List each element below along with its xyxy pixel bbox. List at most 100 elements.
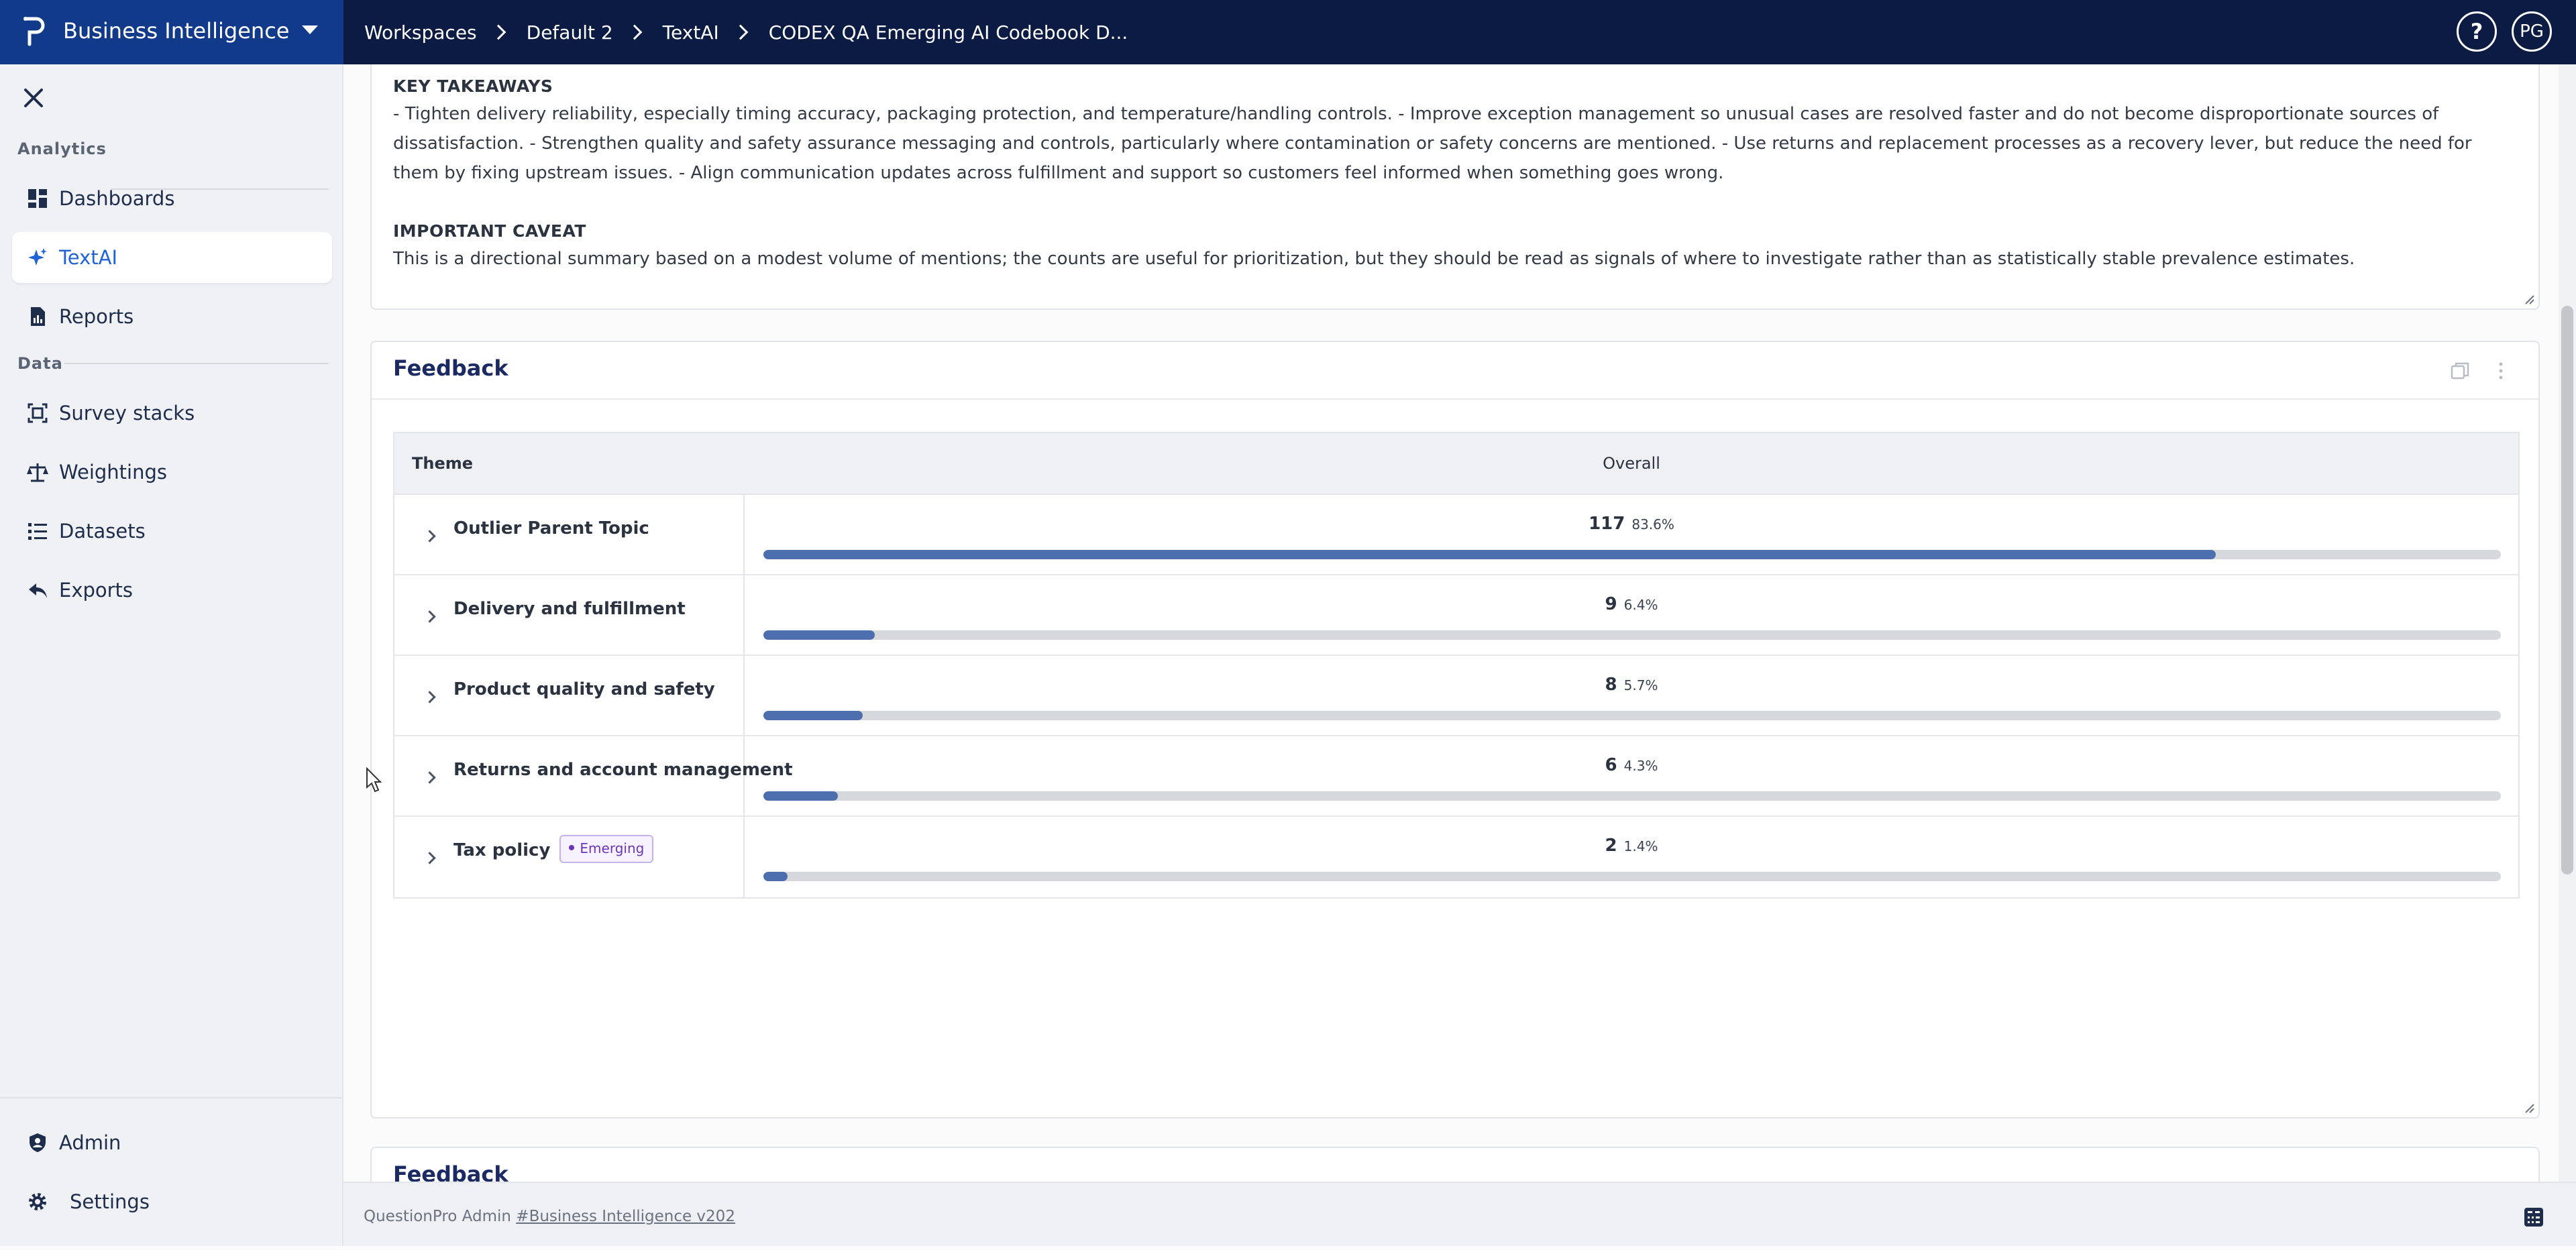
progress-bar-fill xyxy=(763,791,839,801)
theme-label: Outlier Parent Topic xyxy=(453,495,649,562)
chevron-right-icon[interactable] xyxy=(423,530,436,543)
sidebar-item-dashboards[interactable]: Dashboards xyxy=(12,173,332,224)
scrollbar-thumb[interactable] xyxy=(2561,306,2573,874)
scale-icon xyxy=(27,463,48,482)
count-percent: 5.7% xyxy=(1623,677,1658,693)
table-header: Theme Overall xyxy=(394,433,2518,495)
divider xyxy=(111,188,329,190)
sidebar-item-survey-stacks[interactable]: Survey stacks xyxy=(12,388,332,439)
breadcrumb-current: CODEX QA Emerging AI Codebook D... xyxy=(768,21,1128,44)
sidebar-item-exports[interactable]: Exports xyxy=(12,565,332,616)
count-number: 6 xyxy=(1605,755,1617,775)
more-vertical-icon[interactable] xyxy=(2497,361,2505,381)
resize-handle-icon[interactable] xyxy=(2524,294,2534,304)
calculator-icon[interactable] xyxy=(2524,1207,2544,1227)
count-value: 117 83.6% xyxy=(745,514,2518,534)
count-percent: 4.3% xyxy=(1623,758,1658,774)
count-value: 6 4.3% xyxy=(745,755,2518,775)
theme-name: Delivery and fulfillment xyxy=(453,599,686,619)
chevron-down-icon[interactable] xyxy=(302,25,318,34)
help-button[interactable]: ? xyxy=(2457,11,2497,52)
count-percent: 1.4% xyxy=(1623,838,1658,854)
sidebar-item-label: Exports xyxy=(59,579,133,602)
count-percent: 6.4% xyxy=(1623,597,1658,613)
breadcrumb-default-2[interactable]: Default 2 xyxy=(527,21,613,44)
count-number: 8 xyxy=(1605,675,1617,695)
progress-bar xyxy=(763,872,2501,881)
progress-bar-fill xyxy=(763,630,875,640)
scrollbar[interactable] xyxy=(2559,64,2576,1182)
sidebar-item-label: Survey stacks xyxy=(59,402,195,424)
top-bar: Business Intelligence Workspaces Default… xyxy=(0,0,2576,64)
count-value: 8 5.7% xyxy=(745,675,2518,695)
progress-bar-fill xyxy=(763,550,2216,559)
resize-handle-icon[interactable] xyxy=(2524,1102,2534,1113)
theme-label: Product quality and safety xyxy=(453,656,715,723)
caveat-text: This is a directional summary based on a… xyxy=(393,249,2355,269)
theme-table: Theme Overall Outlier Parent Topic 117 83.… xyxy=(393,432,2520,899)
copy-icon[interactable] xyxy=(2450,361,2470,381)
table-row[interactable]: Returns and account management 6 4.3% xyxy=(394,736,2518,817)
mouse-cursor-icon xyxy=(366,767,382,793)
sidebar: Analytics Dashboards TextAI Reports Data… xyxy=(0,64,343,1246)
survey-stack-icon xyxy=(28,403,48,423)
theme-label: Delivery and fulfillment xyxy=(453,575,686,642)
breadcrumb: Workspaces Default 2 TextAI CODEX QA Eme… xyxy=(364,0,1128,64)
divider xyxy=(0,1097,342,1098)
theme-name: Returns and account management xyxy=(453,760,793,780)
theme-name: Tax policy xyxy=(453,840,551,860)
sidebar-item-datasets[interactable]: Datasets xyxy=(12,506,332,557)
sidebar-item-label: TextAI xyxy=(59,246,118,269)
sidebar-item-admin[interactable]: Admin xyxy=(12,1117,332,1168)
table-row[interactable]: Product quality and safety 8 5.7% xyxy=(394,656,2518,736)
caveat-heading: IMPORTANT CAVEAT xyxy=(393,221,586,241)
count-number: 9 xyxy=(1605,594,1617,614)
progress-bar xyxy=(763,791,2501,801)
chevron-right-icon[interactable] xyxy=(423,771,436,784)
sidebar-item-label: Reports xyxy=(59,305,134,328)
sidebar-heading-analytics: Analytics xyxy=(17,139,107,158)
sidebar-item-reports[interactable]: Reports xyxy=(12,291,332,342)
panel-title: Feedback xyxy=(393,355,508,381)
theme-name: Outlier Parent Topic xyxy=(453,518,649,538)
chevron-right-icon[interactable] xyxy=(423,610,436,623)
feedback-panel: Feedback Theme Overall Outlier Parent To… xyxy=(370,341,2540,1119)
questionpro-logo-icon xyxy=(23,17,45,46)
avatar[interactable]: PG xyxy=(2512,11,2552,52)
admin-shield-icon xyxy=(30,1133,46,1152)
sidebar-item-label: Settings xyxy=(70,1190,150,1213)
progress-bar xyxy=(763,550,2501,559)
takeaways-text: - Tighten delivery reliability, especial… xyxy=(393,104,2472,183)
summary-panel: KEY TAKEAWAYS - Tighten delivery reliabi… xyxy=(370,64,2540,310)
progress-bar xyxy=(763,630,2501,640)
sidebar-item-label: Dashboards xyxy=(59,187,175,210)
emerging-badge: Emerging xyxy=(559,834,654,863)
app-title: Business Intelligence xyxy=(63,18,290,44)
takeaways-heading: KEY TAKEAWAYS xyxy=(393,76,553,96)
breadcrumb-workspaces[interactable]: Workspaces xyxy=(364,21,477,44)
theme-name: Product quality and safety xyxy=(453,679,715,699)
footer-text: QuestionPro Admin #Business Intelligence… xyxy=(364,1183,735,1250)
sidebar-item-textai[interactable]: TextAI xyxy=(12,232,332,283)
close-icon[interactable] xyxy=(20,84,47,111)
main-content: KEY TAKEAWAYS - Tighten delivery reliabi… xyxy=(343,64,2576,1182)
table-row[interactable]: Delivery and fulfillment 9 6.4% xyxy=(394,575,2518,656)
badge-label: Emerging xyxy=(580,840,645,856)
sidebar-item-label: Weightings xyxy=(59,461,167,484)
sidebar-heading-data: Data xyxy=(17,354,63,373)
footer-version-link[interactable]: #Business Intelligence v202 xyxy=(516,1208,735,1225)
sidebar-item-settings[interactable]: Settings xyxy=(12,1176,332,1227)
chevron-right-icon[interactable] xyxy=(423,852,436,864)
theme-label: Tax policy Emerging xyxy=(453,817,654,884)
table-row[interactable]: Tax policy Emerging 2 1.4% xyxy=(394,817,2518,897)
table-row[interactable]: Outlier Parent Topic 117 83.6% xyxy=(394,495,2518,575)
divider xyxy=(64,363,329,364)
progress-bar xyxy=(763,711,2501,720)
divider xyxy=(372,398,2538,400)
chevron-right-icon[interactable] xyxy=(423,691,436,703)
footer: QuestionPro Admin #Business Intelligence… xyxy=(343,1182,2576,1246)
panel-title: Feedback xyxy=(393,1161,508,1182)
breadcrumb-textai[interactable]: TextAI xyxy=(663,21,719,44)
sidebar-item-weightings[interactable]: Weightings xyxy=(12,447,332,498)
app-switcher[interactable]: Business Intelligence xyxy=(0,0,343,64)
